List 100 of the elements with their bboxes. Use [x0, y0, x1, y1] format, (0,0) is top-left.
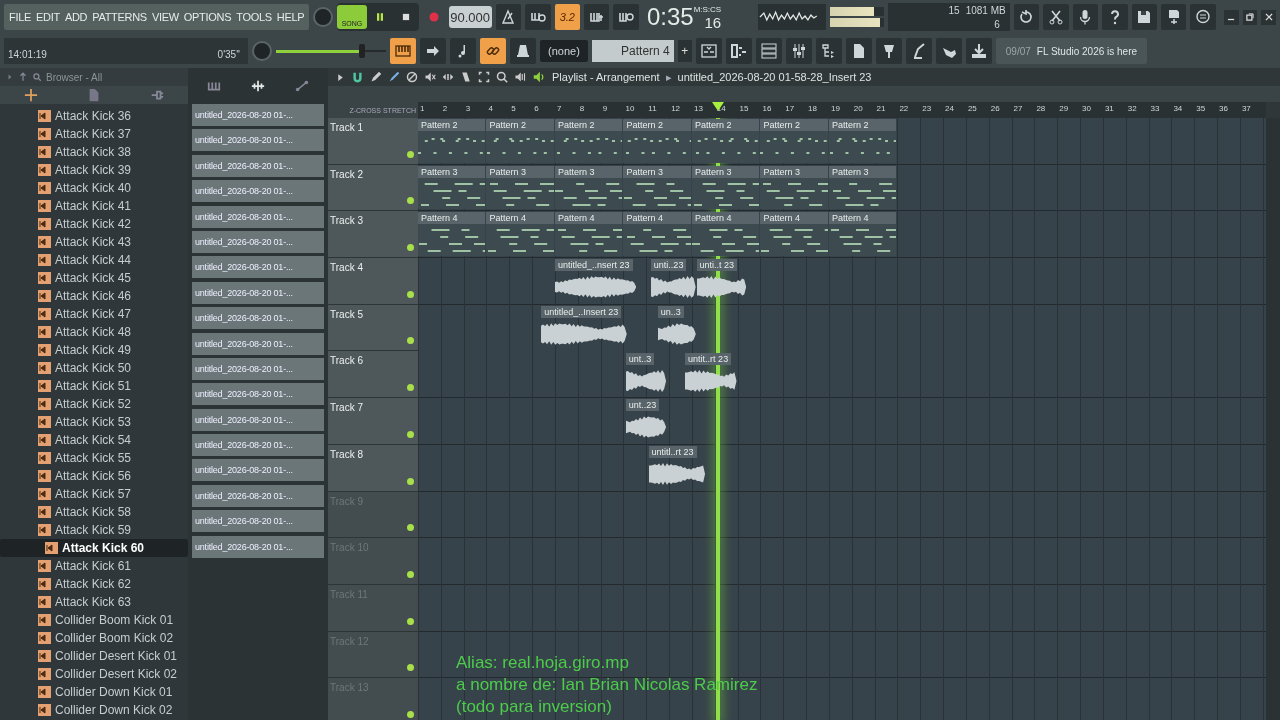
pattern-clip[interactable]: Pattern 4: [486, 212, 554, 257]
track-status-led[interactable]: [407, 290, 414, 298]
clip-source[interactable]: untitled_2026-08-20 01-...: [192, 434, 324, 457]
pattern-clip[interactable]: Pattern 4: [828, 212, 897, 257]
toggle-button[interactable]: [613, 4, 639, 30]
toggle-button[interactable]: [525, 4, 551, 30]
toggle-button[interactable]: [450, 38, 476, 64]
track-header[interactable]: Track 1: [328, 118, 418, 165]
toolbar-button[interactable]: [1160, 4, 1187, 30]
track-header[interactable]: Track 7: [328, 398, 418, 445]
playback-icon[interactable]: [514, 71, 526, 83]
toggle-button[interactable]: [390, 38, 416, 64]
brush-icon[interactable]: [388, 71, 400, 83]
toolbar-button[interactable]: [815, 38, 842, 64]
clip-source[interactable]: untitled_2026-08-20 01-...: [192, 180, 324, 203]
browser-item[interactable]: Attack Kick 60: [0, 539, 188, 557]
toolbar-button[interactable]: [935, 38, 962, 64]
zoom-icon[interactable]: [496, 71, 508, 83]
browser-item[interactable]: Attack Kick 62: [0, 575, 188, 593]
browser-item[interactable]: Collider Desert Kick 01: [0, 647, 188, 665]
toolbar-button[interactable]: [695, 38, 722, 64]
track-header[interactable]: Track 8: [328, 444, 418, 492]
pattern-clip[interactable]: Pattern 3: [486, 165, 554, 210]
play-icon[interactable]: [336, 72, 345, 82]
menu-item[interactable]: OPTIONS: [183, 11, 232, 23]
browser-item[interactable]: Attack Kick 61: [0, 557, 188, 575]
track-status-led[interactable]: [407, 617, 414, 625]
browser-item[interactable]: Attack Kick 45: [0, 269, 188, 287]
vertical-scrollbar[interactable]: [1266, 118, 1280, 720]
arrangement-grid[interactable]: [418, 118, 1266, 720]
browser-item[interactable]: Collider Down Kick 01: [0, 683, 188, 701]
browser-item[interactable]: Collider Boom Kick 01: [0, 611, 188, 629]
browser-item[interactable]: Attack Kick 49: [0, 341, 188, 359]
horizontal-scrollbar[interactable]: [328, 86, 1280, 102]
clip-source[interactable]: untitled_2026-08-20 01-...: [192, 154, 324, 177]
track-status-led[interactable]: [407, 244, 414, 252]
clip-source[interactable]: untitled_2026-08-20 01-...: [192, 408, 324, 431]
slider-thumb[interactable]: [358, 44, 365, 58]
menu-item[interactable]: HELP: [276, 11, 305, 23]
track-status-led[interactable]: [407, 384, 414, 392]
browser-item[interactable]: Attack Kick 57: [0, 485, 188, 503]
slip-icon[interactable]: [442, 71, 454, 83]
track-status-led[interactable]: [407, 197, 414, 205]
track-status-led[interactable]: [407, 477, 414, 485]
up-icon[interactable]: [18, 72, 28, 82]
waveform-icon[interactable]: [250, 79, 266, 93]
toggle-button[interactable]: [420, 38, 446, 64]
audio-clip[interactable]: untit..rt 23: [685, 352, 737, 397]
browser-item[interactable]: Attack Kick 54: [0, 431, 188, 449]
track-status-led[interactable]: [407, 710, 414, 718]
menu-item[interactable]: VIEW: [151, 11, 179, 23]
track-status-led[interactable]: [407, 524, 414, 532]
toggle-button[interactable]: [584, 4, 610, 30]
pattern-clip[interactable]: Pattern 2: [691, 119, 760, 163]
browser-item[interactable]: Attack Kick 63: [0, 593, 188, 611]
toolbar-button[interactable]: [905, 38, 932, 64]
audio-clip[interactable]: untitl..rt 23: [648, 445, 705, 490]
pattern-clip[interactable]: Pattern 4: [623, 212, 691, 257]
audio-clip[interactable]: unti..23: [650, 259, 696, 303]
toolbar-button[interactable]: [1190, 4, 1216, 30]
browser-item[interactable]: Attack Kick 41: [0, 197, 188, 215]
mute-icon[interactable]: [424, 71, 436, 83]
search-icon[interactable]: [32, 72, 42, 82]
clip-source[interactable]: untitled_2026-08-20 01-...: [192, 357, 324, 380]
browser-item[interactable]: Attack Kick 43: [0, 233, 188, 251]
browser-item[interactable]: Attack Kick 51: [0, 377, 188, 395]
browser-item[interactable]: Attack Kick 53: [0, 413, 188, 431]
delete-icon[interactable]: [406, 71, 418, 83]
pattern-clip[interactable]: Pattern 3: [554, 165, 623, 210]
toolbar-button[interactable]: [755, 38, 782, 64]
browser-item[interactable]: Collider Down Kick 02: [0, 701, 188, 719]
clip-source[interactable]: untitled_2026-08-20 01-...: [192, 307, 324, 330]
clip-source[interactable]: untitled_2026-08-20 01-...: [192, 510, 324, 533]
toolbar-button[interactable]: [785, 38, 812, 64]
browser-item[interactable]: Collider Desert Kick 02: [0, 665, 188, 683]
menu-item[interactable]: TOOLS: [236, 11, 272, 23]
track-status-led[interactable]: [407, 664, 414, 672]
pattern-clip[interactable]: Pattern 2: [418, 119, 486, 163]
pattern-selector[interactable]: Pattern 4: [591, 40, 674, 62]
pitch-knob[interactable]: [252, 41, 272, 61]
pencil-icon[interactable]: [370, 71, 382, 83]
toggle-button[interactable]: [495, 4, 522, 30]
pattern-clip[interactable]: Pattern 2: [760, 119, 828, 163]
clip-source[interactable]: untitled_2026-08-20 01-...: [192, 535, 324, 558]
pattern-clip[interactable]: Pattern 3: [691, 165, 760, 210]
pattern-clip[interactable]: Pattern 3: [760, 165, 828, 210]
restore-button[interactable]: [1242, 9, 1258, 25]
menu-item[interactable]: ADD: [64, 11, 88, 23]
clip-source[interactable]: untitled_2026-08-20 01-...: [192, 332, 324, 355]
toolbar-button[interactable]: [1072, 4, 1099, 30]
pattern-clip[interactable]: Pattern 3: [623, 165, 691, 210]
browser-item[interactable]: Attack Kick 56: [0, 467, 188, 485]
audio-clip[interactable]: unti..t 23: [696, 259, 746, 303]
toolbar-button[interactable]: [1102, 4, 1128, 30]
speaker-icon[interactable]: [532, 70, 546, 84]
master-volume-slider[interactable]: [276, 43, 386, 59]
slice-icon[interactable]: [460, 71, 472, 83]
clip-source[interactable]: untitled_2026-08-20 01-...: [192, 459, 324, 482]
clip-source[interactable]: untitled_2026-08-20 01-...: [192, 104, 324, 126]
browser-item[interactable]: Attack Kick 42: [0, 215, 188, 233]
